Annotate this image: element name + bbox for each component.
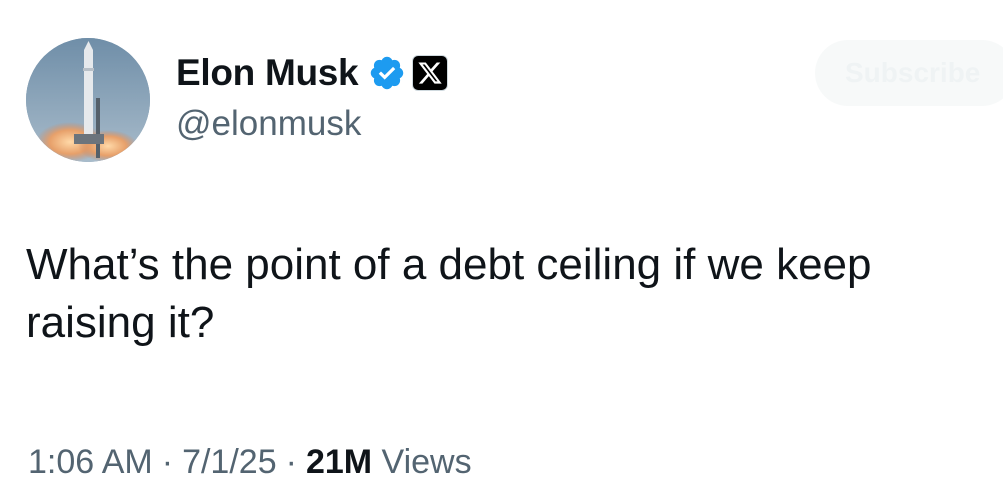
tweet-text: What’s the point of a debt ceiling if we…	[26, 240, 872, 347]
meta-separator: ·	[161, 443, 174, 481]
tweet-card: Elon Musk @elonmusk Subscribe What’s the…	[0, 0, 1003, 501]
views-count[interactable]: 21M	[306, 443, 372, 481]
tweet-meta: 1:06 AM · 7/1/25 · 21M Views	[28, 440, 472, 484]
subscribe-button[interactable]: Subscribe	[815, 40, 1003, 106]
author-name-row: Elon Musk	[176, 50, 449, 96]
tweet-date[interactable]: 7/1/25	[182, 443, 277, 481]
avatar[interactable]	[26, 38, 150, 162]
author-display-name[interactable]: Elon Musk	[176, 50, 359, 96]
views-label[interactable]: Views	[382, 443, 472, 481]
x-logo-icon[interactable]	[412, 55, 449, 91]
meta-separator: ·	[285, 443, 297, 481]
author-handle[interactable]: @elonmusk	[176, 102, 361, 146]
rocket-launch-icon	[26, 38, 150, 162]
tweet-time[interactable]: 1:06 AM	[28, 443, 153, 481]
verified-badge-icon[interactable]	[368, 54, 406, 92]
